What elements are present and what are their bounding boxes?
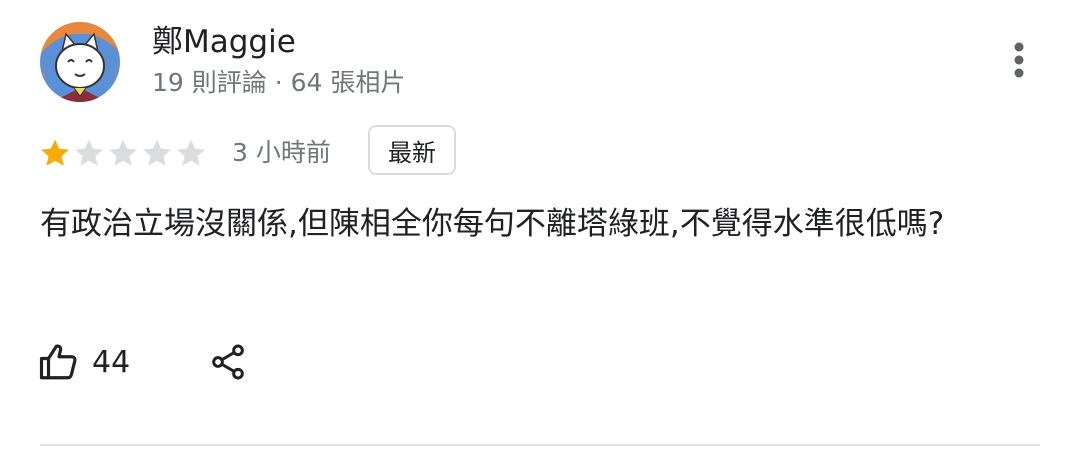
star-filled-icon xyxy=(41,139,69,166)
share-button[interactable] xyxy=(202,336,254,388)
thumbs-up-icon xyxy=(39,344,77,380)
cat-avatar-icon xyxy=(40,22,120,102)
star-empty-icon xyxy=(109,139,137,166)
star-rating xyxy=(38,134,208,172)
like-count: 44 xyxy=(92,344,131,380)
star-empty-icon xyxy=(75,139,103,166)
review-card: 鄭Maggie 19 則評論 · 64 張相片 3 小時前 最新 有政治立場沒關… xyxy=(0,0,1080,453)
like-button[interactable]: 44 xyxy=(38,336,130,388)
more-vert-icon xyxy=(1014,42,1024,78)
divider xyxy=(40,444,1040,446)
star-empty-icon xyxy=(143,139,171,166)
more-options-button[interactable] xyxy=(995,36,1043,84)
author-stats: 19 則評論 · 64 張相片 xyxy=(152,68,406,97)
share-icon xyxy=(212,344,244,380)
newest-badge: 最新 xyxy=(368,125,456,175)
review-text: 有政治立場沒關係,但陳相全你每句不離塔綠班,不覺得水準很低嗎? xyxy=(40,206,945,242)
author-name[interactable]: 鄭Maggie xyxy=(152,20,296,64)
review-time: 3 小時前 xyxy=(232,138,331,167)
star-empty-icon xyxy=(177,139,205,166)
author-avatar[interactable] xyxy=(40,22,120,102)
